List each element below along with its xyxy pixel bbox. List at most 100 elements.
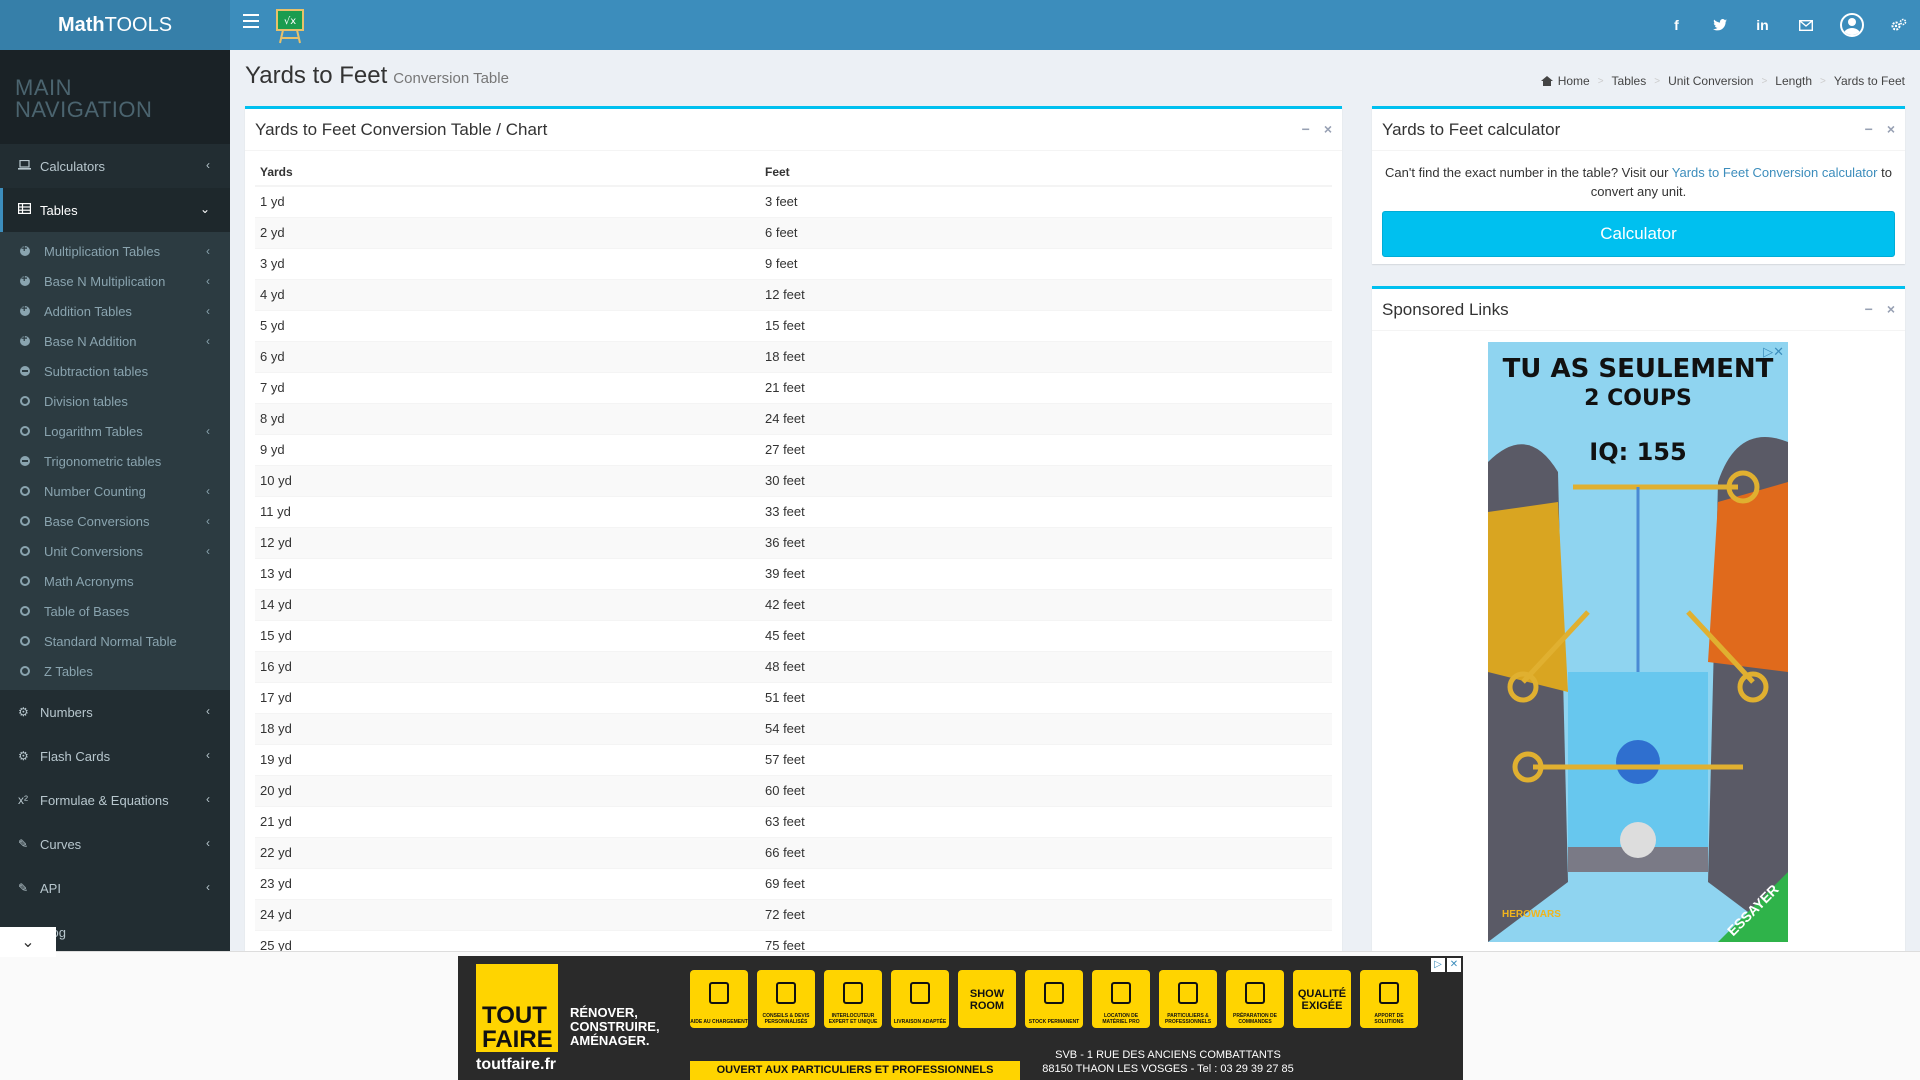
- breadcrumb-separator: >: [1761, 75, 1768, 87]
- submenu-item-subtraction-tables[interactable]: Subtraction tables: [0, 356, 230, 386]
- submenu-item-division-tables[interactable]: Division tables: [0, 386, 230, 416]
- sidebar-item-label: Formulae & Equations: [40, 792, 169, 808]
- close-icon[interactable]: ×: [1887, 301, 1895, 317]
- submenu-item-addition-tables[interactable]: Addition Tables‹: [0, 296, 230, 326]
- calculator-link[interactable]: Yards to Feet Conversion calculator: [1672, 165, 1878, 180]
- sidebar-item-api[interactable]: ✎ API ‹: [0, 866, 230, 910]
- yards-cell: 11 yd: [255, 495, 760, 527]
- breadcrumb-tables[interactable]: Tables: [1612, 74, 1647, 88]
- submenu-item-standard-normal-table[interactable]: Standard Normal Table: [0, 626, 230, 656]
- calculator-description: Can't find the exact number in the table…: [1385, 165, 1892, 199]
- close-icon[interactable]: ×: [1887, 121, 1895, 137]
- tile-livraison: LIVRAISON ADAPTÉE: [891, 970, 949, 1028]
- conversion-table-box: Yards to Feet Conversion Table / Chart −…: [245, 106, 1342, 951]
- chevron-down-icon: ⌄: [199, 202, 210, 216]
- calculator-button[interactable]: Calculator: [1382, 211, 1895, 257]
- yards-cell: 22 yd: [255, 836, 760, 868]
- submenu-item-base-n-addition[interactable]: Base N Addition‹: [0, 326, 230, 356]
- submenu-item-base-n-multiplication[interactable]: Base N Multiplication‹: [0, 266, 230, 296]
- chevron-left-icon: ‹: [206, 274, 210, 288]
- breadcrumb-separator: >: [1820, 75, 1826, 87]
- chevron-left-icon: ‹: [206, 334, 210, 348]
- chevron-left-icon: ‹: [206, 880, 210, 894]
- sidebar-item-tables[interactable]: Tables ⌄: [0, 188, 230, 232]
- yards-cell: 1 yd: [255, 185, 760, 217]
- submenu-item-base-conversions[interactable]: Base Conversions ‹: [0, 506, 230, 536]
- breadcrumb-unit-conversion[interactable]: Unit Conversion: [1668, 74, 1753, 88]
- minimize-icon[interactable]: −: [1302, 121, 1310, 137]
- submenu-item-unit-conversions[interactable]: Unit Conversions ‹: [0, 536, 230, 566]
- sidebar-item-flash-cards[interactable]: ⚙ Flash Cards ‹: [0, 734, 230, 778]
- main-navigation-header: MAIN NAVIGATION: [0, 50, 230, 144]
- submenu-item-logarithm-tables[interactable]: Logarithm Tables ‹: [0, 416, 230, 446]
- breadcrumb: Home > Tables > Unit Conversion > Length…: [1540, 74, 1905, 88]
- submenu-item-trigonometric-tables[interactable]: Trigonometric tables: [0, 446, 230, 476]
- sidebar-item-formulae-equations[interactable]: x² Formulae & Equations ‹: [0, 778, 230, 822]
- sidebar-item-curves[interactable]: ✎ Curves ‹: [0, 822, 230, 866]
- feet-cell: 69 feet: [760, 867, 1332, 899]
- yards-cell: 8 yd: [255, 402, 760, 434]
- superscript-icon: x²: [18, 793, 28, 807]
- ad-close-icon[interactable]: ✕: [1447, 958, 1461, 972]
- table-row: 21 yd 63 feet: [255, 805, 1332, 837]
- ad-choices-icon[interactable]: ▷: [1431, 958, 1445, 972]
- minimize-icon[interactable]: −: [1865, 301, 1873, 317]
- table-row: 18 yd 54 feet: [255, 712, 1332, 744]
- ad-strip: OUVERT AUX PARTICULIERS ET PROFESSIONNEL…: [690, 1061, 1020, 1080]
- feet-cell: 63 feet: [760, 805, 1332, 837]
- sidebar-toggle-icon[interactable]: [243, 14, 259, 28]
- toutfaire-logo-text: TOUT FAIRE: [482, 1002, 553, 1053]
- cogs-icon[interactable]: [1877, 0, 1920, 50]
- feet-cell: 54 feet: [760, 712, 1332, 744]
- breadcrumb-home[interactable]: Home: [1558, 74, 1590, 88]
- breadcrumb-length[interactable]: Length: [1775, 74, 1812, 88]
- collapse-chevron-down-icon[interactable]: ⌄: [0, 927, 56, 957]
- minimize-icon[interactable]: −: [1865, 121, 1873, 137]
- ad-address: SVB - 1 RUE DES ANCIENS COMBATTANTS 88150…: [1042, 1049, 1294, 1075]
- submenu-item-number-counting[interactable]: Number Counting ‹: [0, 476, 230, 506]
- site-logo[interactable]: MathTOOLS: [0, 0, 230, 50]
- circle-icon: [20, 576, 30, 586]
- feet-cell: 21 feet: [760, 371, 1332, 403]
- toutfaire-ad-banner[interactable]: TOUT FAIRE RÉNOVER, CONSTRUIRE, AMÉNAGER. t…: [458, 956, 1463, 1080]
- table-row: 13 yd 39 feet: [255, 557, 1332, 589]
- yards-cell: 3 yd: [255, 247, 760, 279]
- yards-cell: 14 yd: [255, 588, 760, 620]
- submenu-item-z-tables[interactable]: Z Tables: [0, 656, 230, 686]
- yards-cell: 13 yd: [255, 557, 760, 589]
- sidebar-item-label: Flash Cards: [40, 748, 111, 764]
- submenu-item-multiplication-tables[interactable]: Multiplication Tables‹: [0, 236, 230, 266]
- table-row: 8 yd 24 feet: [255, 402, 1332, 434]
- user-avatar-icon[interactable]: [1827, 0, 1877, 50]
- easel-logo-icon[interactable]: √x: [275, 8, 305, 44]
- page-title: Yards to Feet Conversion Table: [245, 62, 509, 89]
- submenu-item-math-acronyms[interactable]: Math Acronyms: [0, 566, 230, 596]
- yards-cell: 9 yd: [255, 433, 760, 465]
- tables-submenu: Multiplication Tables‹ Base N Multiplica…: [0, 232, 230, 690]
- yards-cell: 2 yd: [255, 216, 760, 248]
- close-icon[interactable]: ×: [1324, 121, 1332, 137]
- tile-solutions: APPORT DE SOLUTIONS: [1360, 970, 1418, 1028]
- laptop-icon: [18, 159, 40, 173]
- sidebar-item-calculators[interactable]: Calculators ‹: [0, 144, 230, 188]
- cog-icon: ⚙: [18, 705, 29, 719]
- feet-cell: 12 feet: [760, 278, 1332, 310]
- box-title: Sponsored Links: [1382, 299, 1509, 319]
- submenu-item-table-of-bases[interactable]: Table of Bases: [0, 596, 230, 626]
- sidebar-item-label: Numbers: [40, 704, 93, 720]
- chevron-left-icon: ‹: [206, 514, 210, 528]
- table-row: 2 yd 6 feet: [255, 216, 1332, 248]
- circle-icon: [20, 426, 30, 436]
- feet-cell: 75 feet: [760, 929, 1332, 951]
- yards-cell: 15 yd: [255, 619, 760, 651]
- envelope-icon[interactable]: [1784, 0, 1827, 50]
- calculator-box: Yards to Feet calculator − × Can't find …: [1372, 106, 1905, 264]
- box-title: Yards to Feet Conversion Table / Chart: [255, 119, 548, 139]
- facebook-icon[interactable]: f: [1655, 0, 1698, 50]
- twitter-icon[interactable]: [1698, 0, 1741, 50]
- chevron-left-icon: ‹: [206, 424, 210, 438]
- sidebar-item-numbers[interactable]: ⚙ Numbers ‹: [0, 690, 230, 734]
- linkedin-icon[interactable]: in: [1741, 0, 1784, 50]
- ad-close-controls[interactable]: ▷ ✕: [1431, 958, 1461, 972]
- game-ad-banner[interactable]: ▷✕ TU AS SEULEMENT 2 COUPS IQ: 155 ESSAY…: [1488, 342, 1788, 942]
